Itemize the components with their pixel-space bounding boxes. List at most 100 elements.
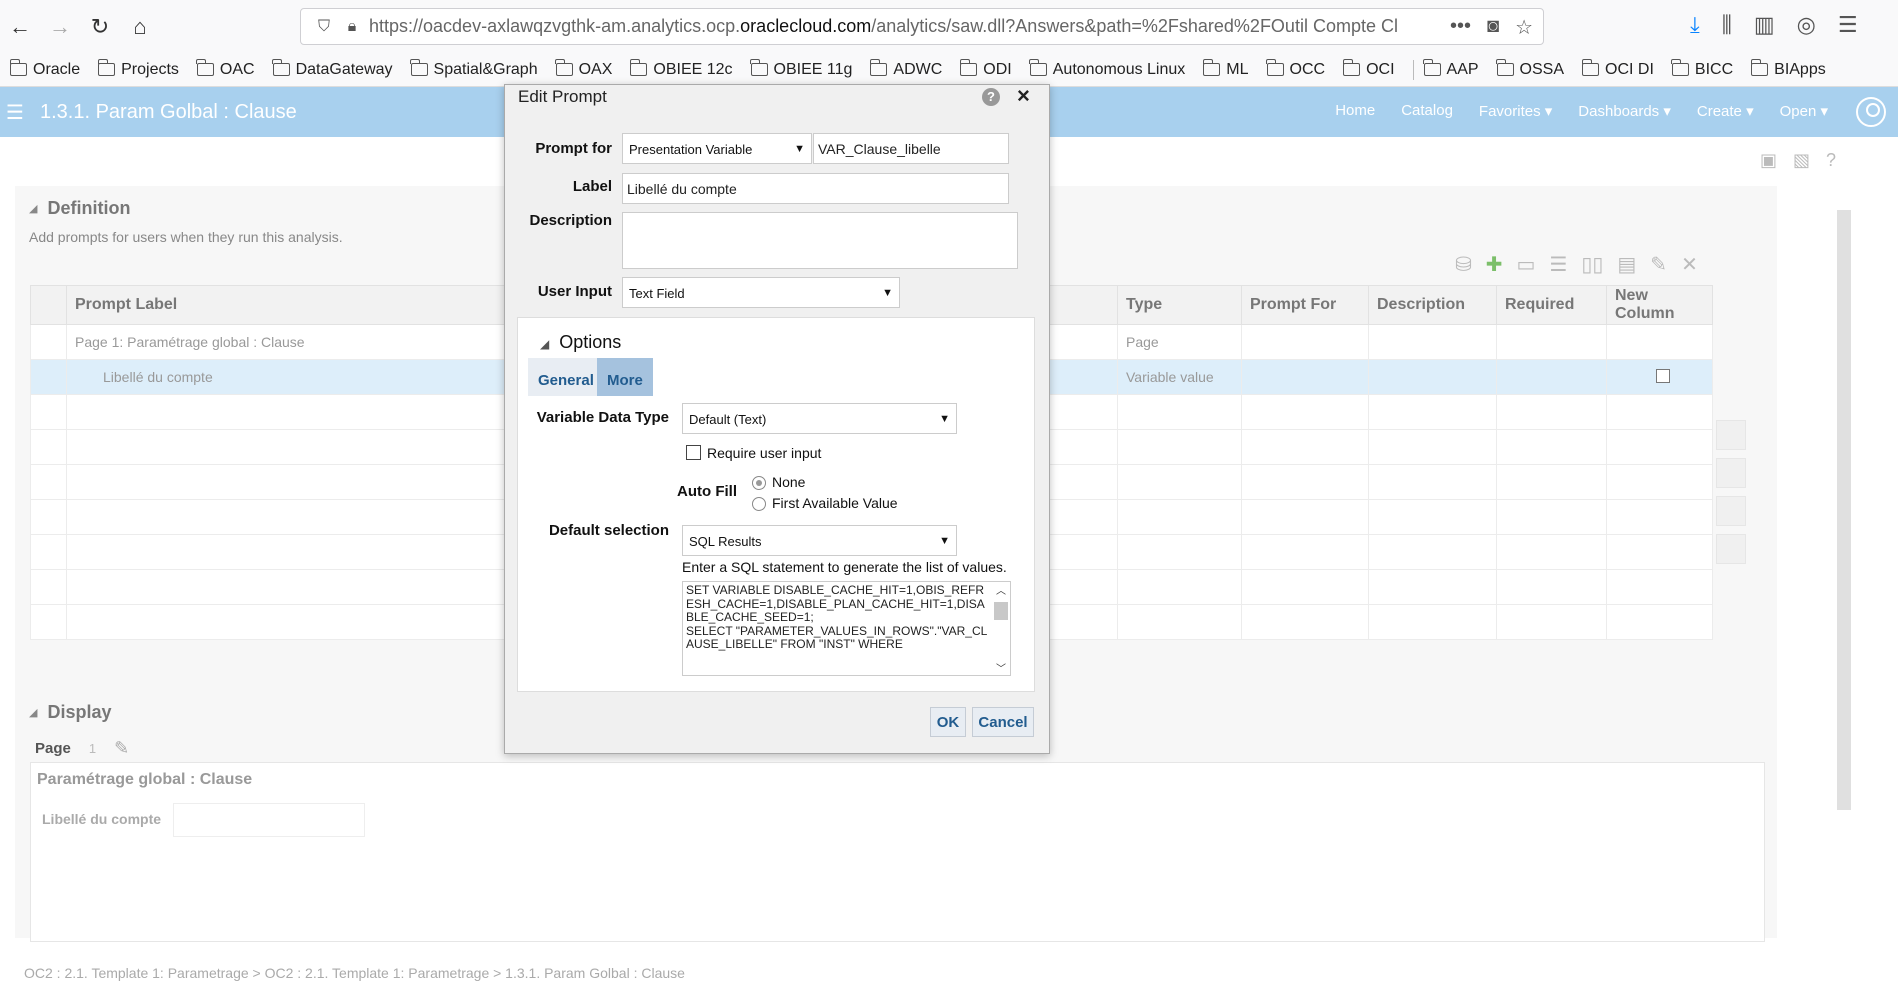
url-bar[interactable]: ⛉ 🔒︎ https://oacdev-axlawqzvgthk-am.anal…	[300, 8, 1544, 45]
bookmark-item[interactable]: OAC	[196, 59, 255, 79]
bookmark-item[interactable]: ODI	[959, 59, 1012, 79]
app-menu-icon[interactable]: ☰	[6, 100, 36, 125]
pocket-icon[interactable]: ◙	[1487, 15, 1499, 40]
bookmark-item[interactable]: OSSA	[1496, 59, 1564, 79]
bookmark-item[interactable]: OCC	[1266, 59, 1325, 79]
home-icon[interactable]: ⌂	[120, 7, 160, 47]
collapse-icon[interactable]: ◢	[29, 202, 37, 215]
column-icon[interactable]: ▯▯	[1581, 252, 1603, 277]
sql-textarea[interactable]: SET VARIABLE DISABLE_CACHE_HIT=1,OBIS_RE…	[682, 581, 1011, 676]
col-required: Required	[1496, 285, 1607, 325]
table-icon[interactable]: ▤	[1617, 252, 1636, 277]
bookmark-item[interactable]: ML	[1202, 59, 1249, 79]
options-panel: ◢ Options General More Variable Data Type…	[517, 317, 1035, 692]
require-user-input-checkbox[interactable]	[686, 445, 701, 460]
folder-icon[interactable]: ▭	[1517, 252, 1536, 277]
move-bottom-button[interactable]	[1716, 534, 1746, 564]
options-title[interactable]: ◢ Options	[540, 332, 621, 353]
help-icon[interactable]: ?	[1826, 150, 1836, 171]
sql-scrollbar[interactable]: ︿ ﹀	[992, 582, 1010, 675]
library-icon[interactable]: ⫼	[1722, 12, 1732, 38]
nav-catalog[interactable]: Catalog	[1401, 102, 1453, 120]
collapse-icon[interactable]: ◢	[540, 337, 549, 351]
folder-icon	[1671, 59, 1689, 76]
star-icon[interactable]: ☆	[1515, 15, 1533, 40]
nav-dashboards[interactable]: Dashboards ▾	[1578, 102, 1671, 120]
nav-favorites[interactable]: Favorites ▾	[1479, 102, 1552, 120]
bookmark-item[interactable]: Autonomous Linux	[1029, 59, 1185, 79]
close-icon[interactable]: ×	[1017, 83, 1030, 109]
collapse-icon[interactable]: ◢	[29, 706, 37, 719]
bookmark-item[interactable]: OCI	[1342, 59, 1395, 79]
nav-home[interactable]: Home	[1335, 102, 1375, 120]
save-as-icon[interactable]: ▧	[1793, 150, 1810, 171]
user-input-select[interactable]: Text Field ▼	[622, 277, 900, 308]
label-label: Label	[572, 178, 612, 195]
folder-icon	[1202, 59, 1221, 76]
chevron-down-icon: ▼	[939, 535, 950, 547]
download-icon[interactable]: ⤓	[1690, 12, 1700, 38]
prompt-for-select[interactable]: Presentation Variable ▼	[622, 133, 812, 164]
page-scrollbar[interactable]	[1836, 190, 1851, 935]
bookmark-item[interactable]: ADWC	[869, 59, 942, 79]
chevron-up-icon[interactable]: ︿	[996, 582, 1006, 597]
auto-fill-first-radio[interactable]	[752, 497, 766, 511]
filter-icon[interactable]: ⛁	[1455, 252, 1472, 277]
bookmark-item[interactable]: OAX	[555, 59, 612, 79]
default-selection-select[interactable]: SQL Results ▼	[682, 525, 957, 556]
folder-icon	[750, 59, 768, 76]
folder-icon	[410, 59, 428, 76]
account-icon[interactable]: ◎	[1797, 12, 1816, 38]
bookmark-item[interactable]: OCI DI	[1581, 59, 1654, 79]
bookmark-item[interactable]: BICC	[1671, 59, 1733, 79]
bookmark-item[interactable]: AAP	[1423, 59, 1479, 79]
sidebar-icon[interactable]: ▥	[1754, 12, 1775, 38]
variable-data-type-select[interactable]: Default (Text) ▼	[682, 403, 957, 434]
bookmark-item[interactable]: OBIEE 12c	[629, 59, 733, 79]
move-down-button[interactable]	[1716, 496, 1746, 526]
require-user-input-label: Require user input	[707, 445, 822, 461]
save-icon[interactable]: ▣	[1760, 150, 1777, 171]
reload-icon[interactable]: ↻	[80, 7, 120, 47]
app-nav: Home Catalog Favorites ▾ Dashboards ▾ Cr…	[1335, 102, 1828, 120]
row-icon[interactable]: ☰	[1549, 252, 1567, 277]
chevron-down-icon[interactable]: ﹀	[996, 660, 1006, 675]
bookmark-item[interactable]: BIApps	[1750, 59, 1826, 79]
move-up-button[interactable]	[1716, 458, 1746, 488]
tab-more[interactable]: More	[597, 358, 653, 396]
help-icon[interactable]: ?	[982, 88, 1000, 106]
folder-icon	[272, 59, 290, 76]
more-icon[interactable]: •••	[1450, 15, 1471, 40]
nav-open[interactable]: Open ▾	[1780, 102, 1828, 120]
back-icon[interactable]: ←	[0, 7, 40, 47]
nav-create[interactable]: Create ▾	[1697, 102, 1754, 120]
user-input-label: User Input	[537, 283, 612, 300]
forward-icon[interactable]: →	[40, 7, 80, 47]
delete-icon[interactable]: ✕	[1681, 252, 1698, 277]
auto-fill-none-radio[interactable]	[752, 476, 766, 490]
folder-icon	[196, 59, 214, 76]
bookmark-item[interactable]: Projects	[97, 59, 179, 79]
user-avatar-icon[interactable]	[1856, 97, 1886, 127]
variable-name-input[interactable]: VAR_Clause_libelle	[813, 133, 1009, 164]
pencil-icon[interactable]: ✎	[114, 738, 129, 759]
bookmark-item[interactable]: Spatial&Graph	[410, 59, 538, 79]
edit-icon[interactable]: ✎	[1650, 252, 1667, 277]
url-text[interactable]: https://oacdev-axlawqzvgthk-am.analytics…	[369, 16, 1399, 37]
menu-icon[interactable]: ☰	[1838, 12, 1858, 38]
description-textarea[interactable]	[622, 212, 1018, 269]
label-input[interactable]: Libellé du compte	[622, 173, 1009, 204]
folder-icon	[629, 59, 648, 76]
folder-icon	[1750, 59, 1769, 76]
bookmark-item[interactable]: DataGateway	[272, 59, 393, 79]
bookmark-item[interactable]: Oracle	[9, 59, 80, 79]
tab-general[interactable]: General	[528, 358, 604, 396]
col-type: Type	[1117, 285, 1242, 325]
ok-button[interactable]: OK	[930, 707, 966, 737]
cancel-button[interactable]: Cancel	[972, 707, 1034, 737]
move-top-button[interactable]	[1716, 420, 1746, 450]
add-icon[interactable]: ✚	[1486, 252, 1503, 277]
new-column-checkbox[interactable]	[1656, 368, 1670, 383]
bookmark-item[interactable]: OBIEE 11g	[750, 59, 852, 79]
bookmarks-bar: Oracle Projects OAC DataGateway Spatial&Grap…	[0, 53, 1898, 87]
